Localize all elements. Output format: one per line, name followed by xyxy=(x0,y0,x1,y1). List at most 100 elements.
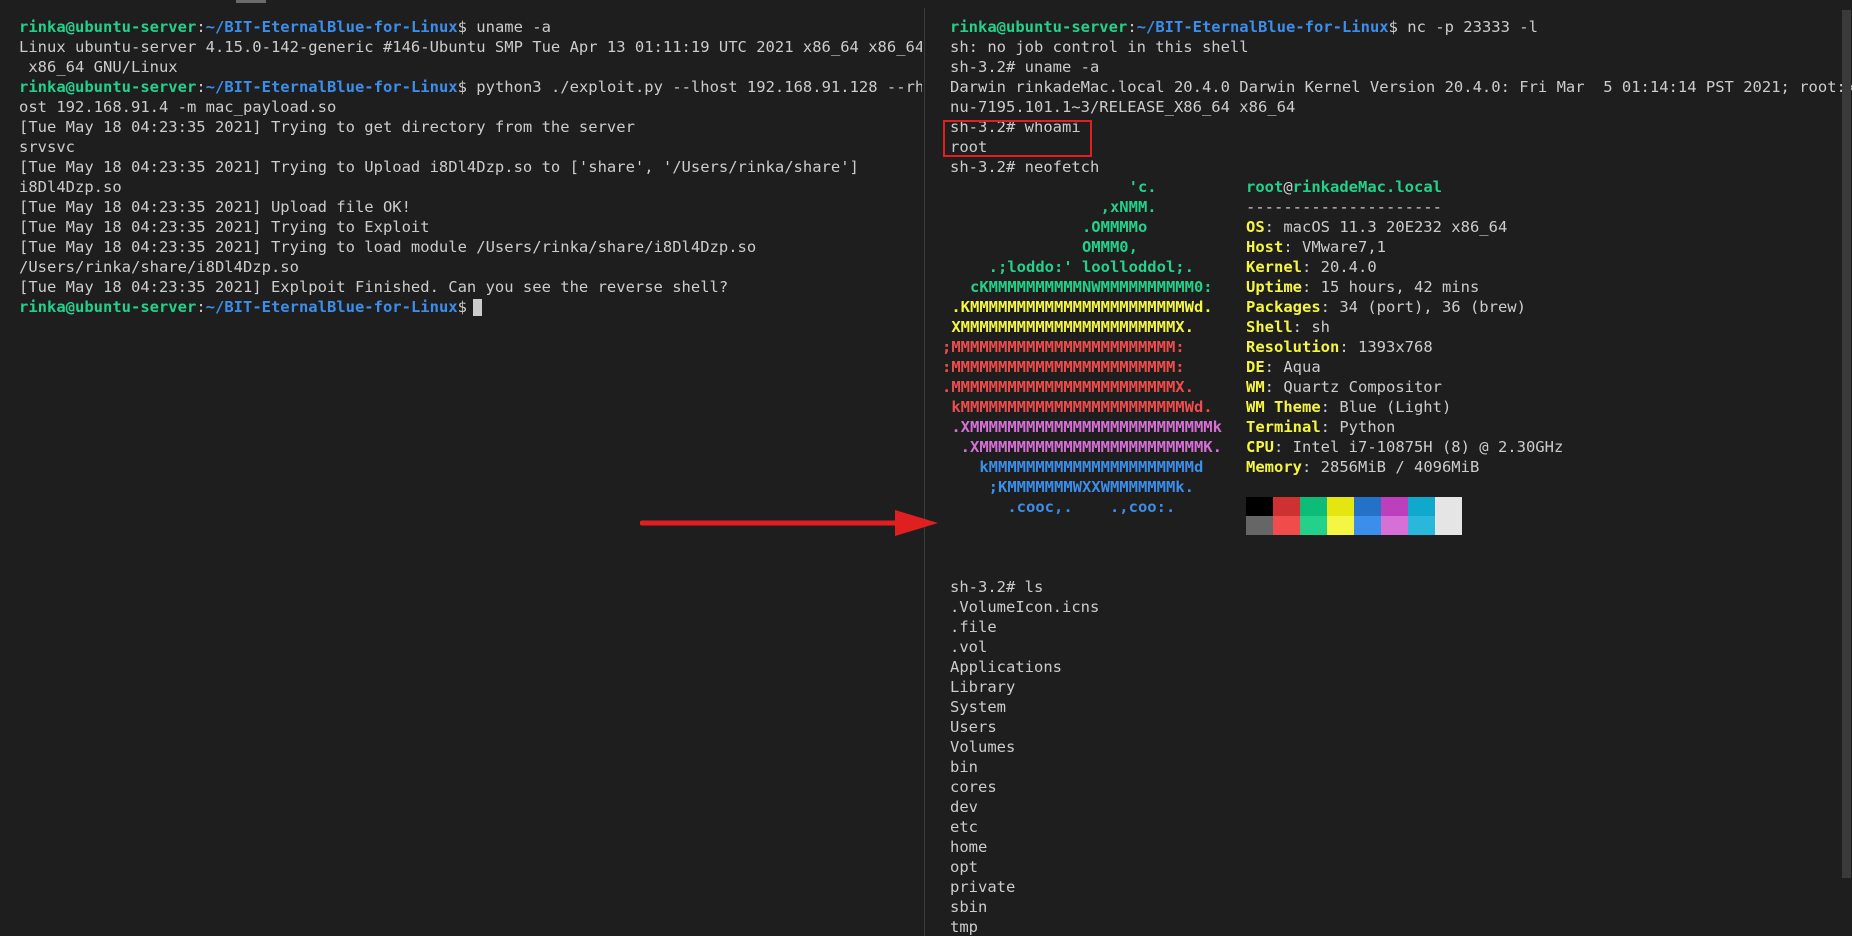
left-terminal-output: rinka@ubuntu-server:~/BIT-EternalBlue-fo… xyxy=(19,17,922,317)
logo-art-line: kMMMMMMMMMMMMMMMMMMMMMMd xyxy=(942,458,1204,476)
output-line: Darwin rinkadeMac.local 20.4.0 Darwin Ke… xyxy=(950,78,1852,96)
ls-entry: .vol xyxy=(950,638,988,656)
color-swatch xyxy=(1381,516,1408,535)
info-value: : 2856MiB / 4096MiB xyxy=(1302,458,1480,476)
neofetch-info-row: CPU: Intel i7-10875H (8) @ 2.30GHz xyxy=(1246,437,1563,457)
neofetch-info-row: DE: Aqua xyxy=(1246,357,1563,377)
logo-art-line: .XMMMMMMMMMMMMMMMMMMMMMMMMK. xyxy=(942,438,1222,456)
whoami-highlight-box xyxy=(943,120,1092,157)
right-terminal[interactable]: rinka@ubuntu-server:~/BIT-EternalBlue-fo… xyxy=(924,0,1852,936)
prompt-user: rinka@ubuntu-server xyxy=(19,78,197,96)
prompt-line: rinka@ubuntu-server:~/BIT-EternalBlue-fo… xyxy=(19,17,922,37)
prompt-line: rinka@ubuntu-server:~/BIT-EternalBlue-fo… xyxy=(19,297,922,317)
ls-entry: .VolumeIcon.icns xyxy=(950,598,1100,616)
logo-art-line: 'c. xyxy=(942,178,1157,196)
info-key: Kernel xyxy=(1246,258,1302,276)
ls-entry: .file xyxy=(950,618,997,636)
prompt-colon: : xyxy=(196,18,206,36)
info-value: : Aqua xyxy=(1264,358,1321,376)
logo-art-line: .XMMMMMMMMMMMMMMMMMMMMMMMMMMk xyxy=(942,418,1222,436)
color-swatch xyxy=(1300,497,1327,516)
info-key: Shell xyxy=(1246,318,1293,336)
info-key: Terminal xyxy=(1246,418,1321,436)
info-key: OS xyxy=(1246,218,1265,236)
prompt-user: rinka@ubuntu-server xyxy=(19,18,197,36)
ls-entry: dev xyxy=(950,798,978,816)
neofetch-info: root@rinkadeMac.local ------------------… xyxy=(1246,177,1563,477)
red-arrow-annotation xyxy=(640,510,938,536)
logo-art-line: kMMMMMMMMMMMMMMMMMMMMMMMMWd. xyxy=(942,398,1213,416)
output-line: sh-3.2# neofetch xyxy=(950,158,1100,176)
prompt-path: ~/BIT-EternalBlue-for-Linux xyxy=(205,298,458,316)
neofetch-info-row: Memory: 2856MiB / 4096MiB xyxy=(1246,457,1563,477)
info-key: CPU xyxy=(1246,438,1274,456)
ls-entry: Library xyxy=(950,678,1016,696)
neofetch-info-row: Resolution: 1393x768 xyxy=(1246,337,1563,357)
prompt-line: rinka@ubuntu-server:~/BIT-EternalBlue-fo… xyxy=(950,18,1538,36)
info-key: WM Theme xyxy=(1246,398,1321,416)
ls-entry: tmp xyxy=(950,918,978,936)
color-swatch xyxy=(1435,497,1462,516)
logo-art-line: .KMMMMMMMMMMMMMMMMMMMMMMMWd. xyxy=(942,298,1213,316)
neofetch-apple-logo: 'c. ,xNMM. .OMMMMo OMMM0, .;loddo:' lool… xyxy=(942,177,1222,517)
prompt-colon: : xyxy=(196,78,206,96)
info-value: : sh xyxy=(1292,318,1330,336)
color-swatch xyxy=(1246,497,1273,516)
neofetch-info-row: OS: macOS 11.3 20E232 x86_64 xyxy=(1246,217,1563,237)
info-key: Host xyxy=(1246,238,1284,256)
logo-art-line: XMMMMMMMMMMMMMMMMMMMMMMMX. xyxy=(942,318,1194,336)
right-terminal-scrollbar[interactable] xyxy=(1842,10,1851,878)
info-key: Memory xyxy=(1246,458,1302,476)
logo-art-line: ;KMMMMMMMWXXWMMMMMMMk. xyxy=(942,478,1194,496)
ls-output: sh-3.2# ls .VolumeIcon.icns .file .vol Appl… xyxy=(950,577,1099,936)
prompt-path: ~/BIT-EternalBlue-for-Linux xyxy=(205,78,458,96)
logo-art-line: .MMMMMMMMMMMMMMMMMMMMMMMMX. xyxy=(942,378,1194,396)
info-key: Uptime xyxy=(1246,278,1302,296)
output-line: sh: no job control in this shell xyxy=(950,38,1249,56)
ls-entry: System xyxy=(950,698,1006,716)
neofetch-info-row: Packages: 34 (port), 36 (brew) xyxy=(1246,297,1563,317)
info-value: : macOS 11.3 20E232 x86_64 xyxy=(1264,218,1508,236)
info-value: : Python xyxy=(1320,418,1396,436)
color-swatch xyxy=(1354,516,1381,535)
ls-entry: home xyxy=(950,838,988,856)
logo-art-line: .cooc,. .,coo:. xyxy=(942,498,1176,516)
prompt-symbol: $ xyxy=(457,298,467,316)
output-line: srvsvc xyxy=(19,138,75,156)
color-swatch xyxy=(1327,516,1354,535)
neofetch-separator: --------------------- xyxy=(1246,198,1442,216)
ls-entry: bin xyxy=(950,758,978,776)
output-line: /Users/rinka/share/i8Dl4Dzp.so xyxy=(19,258,299,276)
info-value: : 34 (port), 36 (brew) xyxy=(1320,298,1526,316)
ls-entry: Applications xyxy=(950,658,1062,676)
color-swatch xyxy=(1381,497,1408,516)
neofetch-info-row: Kernel: 20.4.0 xyxy=(1246,257,1563,277)
logo-art-line: OMMM0, xyxy=(942,238,1138,256)
prompt-symbol: $ xyxy=(1388,18,1398,36)
neofetch-info-row: WM Theme: Blue (Light) xyxy=(1246,397,1563,417)
neofetch-info-row: WM: Quartz Compositor xyxy=(1246,377,1563,397)
ls-entry: Volumes xyxy=(950,738,1016,756)
ls-entry: etc xyxy=(950,818,978,836)
output-line: [Tue May 18 04:23:35 2021] Explpoit Fini… xyxy=(19,278,729,296)
info-value: : Intel i7-10875H (8) @ 2.30GHz xyxy=(1274,438,1564,456)
neofetch-info-row: Terminal: Python xyxy=(1246,417,1563,437)
prompt-symbol: $ xyxy=(457,78,467,96)
info-key: Resolution xyxy=(1246,338,1340,356)
output-line: [Tue May 18 04:23:35 2021] Upload file O… xyxy=(19,198,411,216)
prompt-colon: : xyxy=(196,298,206,316)
info-value: : 20.4.0 xyxy=(1302,258,1377,276)
neofetch-host: root@rinkadeMac.local xyxy=(1246,178,1442,196)
ls-entry: sbin xyxy=(950,898,988,916)
prompt-path: ~/BIT-EternalBlue-for-Linux xyxy=(1136,18,1389,36)
ls-entry: private xyxy=(950,878,1016,896)
color-swatch xyxy=(1327,497,1354,516)
output-line: i8Dl4Dzp.so xyxy=(19,178,122,196)
color-swatch xyxy=(1435,516,1462,535)
left-terminal[interactable]: rinka@ubuntu-server:~/BIT-EternalBlue-fo… xyxy=(0,0,922,936)
info-value: : Quartz Compositor xyxy=(1264,378,1442,396)
neofetch-info-row: Shell: sh xyxy=(1246,317,1563,337)
terminal-cursor[interactable] xyxy=(472,299,482,316)
ls-prompt: sh-3.2# ls xyxy=(950,578,1044,596)
prompt-user: rinka@ubuntu-server xyxy=(19,298,197,316)
